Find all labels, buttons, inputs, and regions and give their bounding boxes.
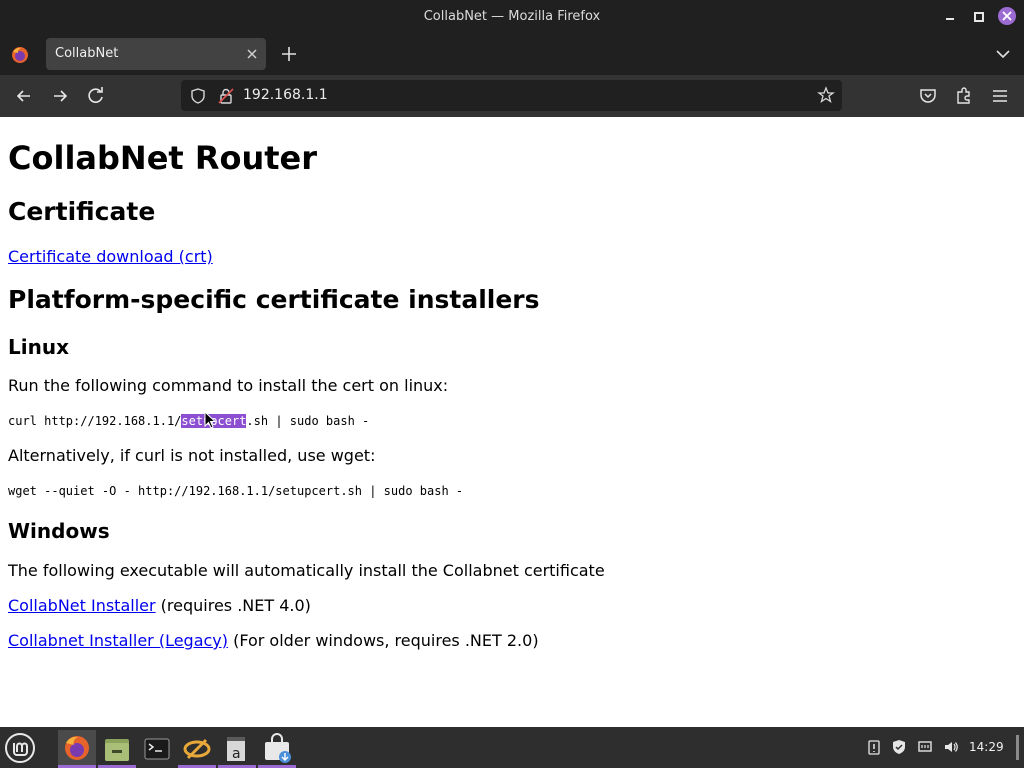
installer-paragraph: CollabNet Installer (requires .NET 4.0) <box>8 596 311 615</box>
curl-command-prefix: curl http://192.168.1.1/ <box>8 414 182 428</box>
window-title: CollabNet — Mozilla Firefox <box>423 9 601 24</box>
taskbar-terminal-button[interactable] <box>138 730 176 768</box>
wget-command[interactable]: wget --quiet -O - http://192.168.1.1/set… <box>8 484 463 498</box>
mint-menu-icon[interactable] <box>4 732 36 764</box>
clipboard-icon[interactable] <box>866 739 882 755</box>
page-title: CollabNet Router <box>8 139 318 177</box>
linux-intro-text: Run the following command to install the… <box>8 376 449 395</box>
curl-command[interactable]: curl http://192.168.1.1/setupcert.sh | s… <box>8 414 369 428</box>
wget-intro-text: Alternatively, if curl is not installed,… <box>8 446 376 465</box>
forward-arrow-icon[interactable] <box>50 86 70 106</box>
taskbar-files-button[interactable] <box>98 730 136 768</box>
svg-text:a: a <box>232 746 241 762</box>
navigation-toolbar: 192.168.1.1 <box>0 75 1024 117</box>
firefox-icon <box>65 736 89 760</box>
close-tab-icon[interactable] <box>245 47 259 61</box>
legacy-installer-note: (For older windows, requires .NET 2.0) <box>228 631 539 650</box>
tab-label: CollabNet <box>55 46 119 61</box>
chevron-down-icon[interactable] <box>994 46 1012 62</box>
url-text[interactable]: 192.168.1.1 <box>243 87 328 103</box>
windows-heading: Windows <box>8 519 110 543</box>
tab-bar: CollabNet <box>0 33 1024 75</box>
extensions-puzzle-icon[interactable] <box>954 86 974 106</box>
platform-installers-heading: Platform-specific certificate installers <box>8 285 540 314</box>
taskbar-text-editor-button[interactable]: a <box>218 730 256 768</box>
network-wired-icon[interactable] <box>917 739 933 755</box>
bookmark-star-icon[interactable] <box>817 86 835 104</box>
legacy-installer-paragraph: Collabnet Installer (Legacy) (For older … <box>8 631 539 650</box>
certificate-download-link[interactable]: Certificate download (crt) <box>8 247 213 266</box>
update-shield-icon[interactable] <box>891 739 907 755</box>
page-content: CollabNet Router Certificate Certificate… <box>0 117 1024 727</box>
taskbar: a 14:29 <box>0 727 1024 768</box>
software-store-icon <box>265 733 291 763</box>
terminal-icon <box>144 738 170 760</box>
new-tab-icon[interactable] <box>280 45 298 63</box>
maximize-button[interactable] <box>970 8 986 24</box>
volume-icon[interactable] <box>943 739 959 755</box>
linux-heading: Linux <box>8 335 69 359</box>
pocket-icon[interactable] <box>918 86 938 106</box>
windows-intro-text: The following executable will automatica… <box>8 561 605 580</box>
taskbar-firefox-button[interactable] <box>58 730 96 768</box>
window-titlebar: CollabNet — Mozilla Firefox <box>0 0 1024 33</box>
firefox-logo-icon[interactable] <box>10 45 30 65</box>
back-arrow-icon[interactable] <box>14 86 34 106</box>
minimize-button[interactable] <box>942 8 958 24</box>
clock[interactable]: 14:29 <box>969 740 1004 754</box>
mouse-cursor-icon <box>204 411 216 429</box>
close-icon <box>1002 11 1012 21</box>
files-icon <box>105 739 129 761</box>
insecure-lock-icon[interactable] <box>217 87 235 105</box>
installer-note: (requires .NET 4.0) <box>155 596 311 615</box>
address-bar[interactable]: 192.168.1.1 <box>181 80 842 111</box>
curl-command-suffix: .sh | sudo bash - <box>246 414 370 428</box>
certificate-link-paragraph: Certificate download (crt) <box>8 247 213 266</box>
network-icon <box>183 738 211 760</box>
reload-icon[interactable] <box>86 86 106 106</box>
taskbar-software-store-button[interactable] <box>258 730 296 768</box>
tab-collabnet[interactable]: CollabNet <box>46 38 266 70</box>
taskbar-network-app-button[interactable] <box>178 730 216 768</box>
collabnet-legacy-installer-link[interactable]: Collabnet Installer (Legacy) <box>8 631 228 650</box>
hamburger-menu-icon[interactable] <box>990 86 1010 106</box>
collabnet-installer-link[interactable]: CollabNet Installer <box>8 596 156 615</box>
text-editor-icon: a <box>227 737 245 762</box>
certificate-heading: Certificate <box>8 197 156 226</box>
show-desktop-button[interactable] <box>1016 735 1019 760</box>
close-window-button[interactable] <box>998 7 1016 25</box>
tracking-shield-icon[interactable] <box>189 87 207 105</box>
